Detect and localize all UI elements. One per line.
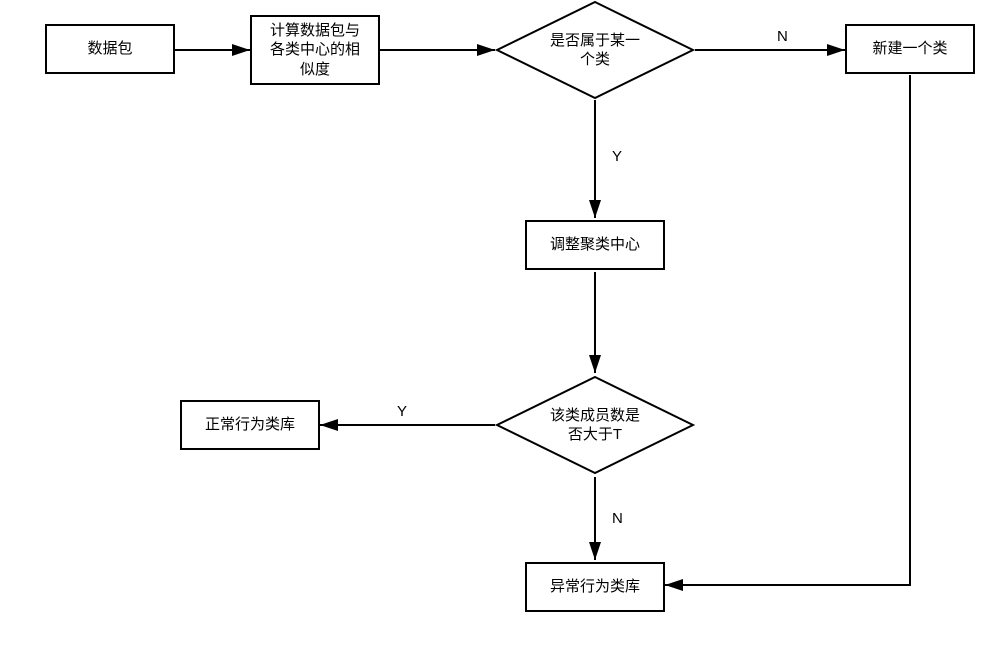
node-adjust-centroid: 调整聚类中心 <box>525 220 665 270</box>
edge-label-n: N <box>610 510 625 527</box>
node-label: 计算数据包与 各类中心的相 似度 <box>270 21 360 80</box>
node-label: 数据包 <box>87 39 132 59</box>
node-label: 调整聚类中心 <box>550 235 640 255</box>
node-label: 异常行为类库 <box>550 577 640 597</box>
node-label: 新建一个类 <box>872 39 947 59</box>
decision-member-gt-t: 该类成员数是 否大于T <box>495 375 695 475</box>
edge-label-y: Y <box>395 403 409 420</box>
decision-belongs-class: 是否属于某一 个类 <box>495 0 695 100</box>
decision-label: 该类成员数是 否大于T <box>550 406 640 445</box>
edge-label-y: Y <box>610 148 624 165</box>
node-new-class: 新建一个类 <box>845 24 975 74</box>
node-normal-behavior-lib: 正常行为类库 <box>180 400 320 450</box>
node-label: 正常行为类库 <box>205 415 295 435</box>
node-data-packet: 数据包 <box>45 24 175 74</box>
decision-label: 是否属于某一 个类 <box>550 31 640 70</box>
node-abnormal-behavior-lib: 异常行为类库 <box>525 562 665 612</box>
edge-label-n: N <box>775 28 790 45</box>
node-compute-similarity: 计算数据包与 各类中心的相 似度 <box>250 15 380 85</box>
